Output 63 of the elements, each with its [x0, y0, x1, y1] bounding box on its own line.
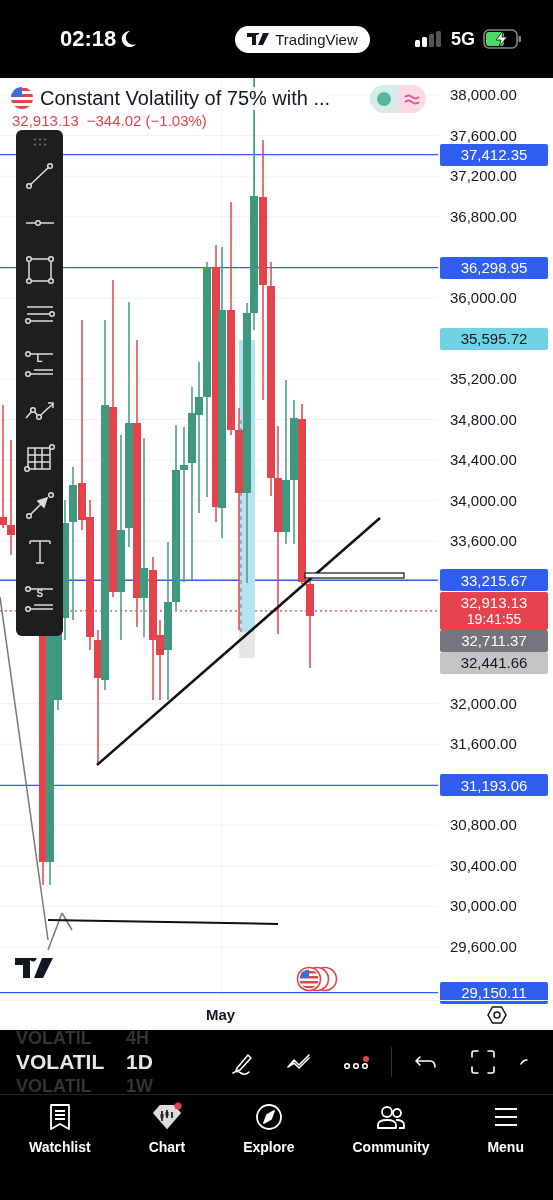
price-label: 29,150.11: [440, 981, 548, 1004]
menu-tab[interactable]: Menu: [483, 1101, 528, 1165]
price-label: 31,193.06: [440, 774, 548, 797]
status-time: 02:18: [60, 26, 117, 52]
price-tick: 37,200.00: [450, 166, 517, 187]
fullscreen-icon: [468, 1047, 498, 1077]
price-label: 32,441.66: [440, 651, 548, 674]
time-label: May: [206, 1006, 236, 1023]
logo-icon: [15, 958, 53, 978]
price-label: 32,711.37: [440, 629, 548, 652]
more-icon: [342, 1055, 370, 1069]
battery-icon: [483, 29, 523, 49]
rectangle-icon: [23, 254, 56, 286]
price-tick: 34,400.00: [450, 450, 517, 471]
labelled-lines-tool[interactable]: S: [22, 582, 57, 616]
grid-icon: [23, 442, 56, 474]
signal-icon: [415, 30, 443, 48]
watchlist-tab[interactable]: Watchlist: [24, 1101, 95, 1165]
settings-icon[interactable]: [487, 1005, 507, 1025]
network-label: 5G: [451, 28, 475, 50]
price-tick: 30,000.00: [450, 896, 517, 917]
drag-handle-icon[interactable]: [32, 138, 47, 146]
grid-tool[interactable]: [22, 441, 57, 475]
symbol-price: 32,913.13: [12, 112, 79, 129]
price-tick: 35,200.00: [450, 369, 517, 389]
price-tick: 31,600.00: [450, 734, 517, 755]
arrow-icon: [23, 489, 56, 521]
price-tick: 37,600.00: [450, 125, 517, 146]
price-label: 35,595.72: [440, 327, 548, 350]
explore-tab[interactable]: Explore: [239, 1101, 299, 1165]
lines-icon: [23, 348, 56, 380]
price-tick: 38,000.00: [450, 85, 517, 105]
symbol-option[interactable]: VOLATIL: [16, 1049, 106, 1075]
price-tick: 32,000.00: [450, 693, 517, 714]
price-tick: 36,800.00: [450, 206, 517, 227]
price-tick: 30,800.00: [450, 815, 517, 836]
price-label: 37,412.35: [440, 143, 548, 166]
interval-option[interactable]: 1D: [126, 1049, 153, 1075]
labelled-lines-tool[interactable]: L: [22, 347, 57, 381]
logo-icon: [247, 33, 270, 45]
price-tick: 36,000.00: [450, 287, 517, 308]
status-dot-icon: [377, 92, 391, 106]
price-tick: 30,400.00: [450, 855, 517, 876]
lines-icon: [23, 583, 56, 615]
wave-icon: [404, 93, 420, 105]
flag-icon: [10, 86, 34, 110]
price-tick: 29,600.00: [450, 937, 517, 957]
price-label: 36,298.95: [440, 256, 548, 279]
line-icon: [23, 160, 56, 192]
app-pill[interactable]: TradingView: [235, 25, 370, 53]
symbol-change: −344.02 (−1.03%): [86, 112, 207, 129]
community-tab[interactable]: Community: [348, 1101, 434, 1165]
price-tick: 33,600.00: [450, 531, 517, 552]
caret-drawing: [47, 912, 73, 951]
horizontal-line-icon: [23, 219, 56, 227]
price-tick: 34,800.00: [450, 409, 517, 430]
price-label: 33,215.67: [440, 569, 548, 592]
fullscreen-button[interactable]: [468, 1047, 498, 1077]
chart-tab[interactable]: Chart: [144, 1101, 190, 1165]
price-tick: 34,000.00: [450, 490, 517, 511]
price-label: 32,913.13 19:41:55: [440, 591, 548, 630]
indicator-toggle[interactable]: [370, 85, 426, 113]
symbol-title[interactable]: Constant Volatility of 75% with ...: [40, 86, 331, 110]
